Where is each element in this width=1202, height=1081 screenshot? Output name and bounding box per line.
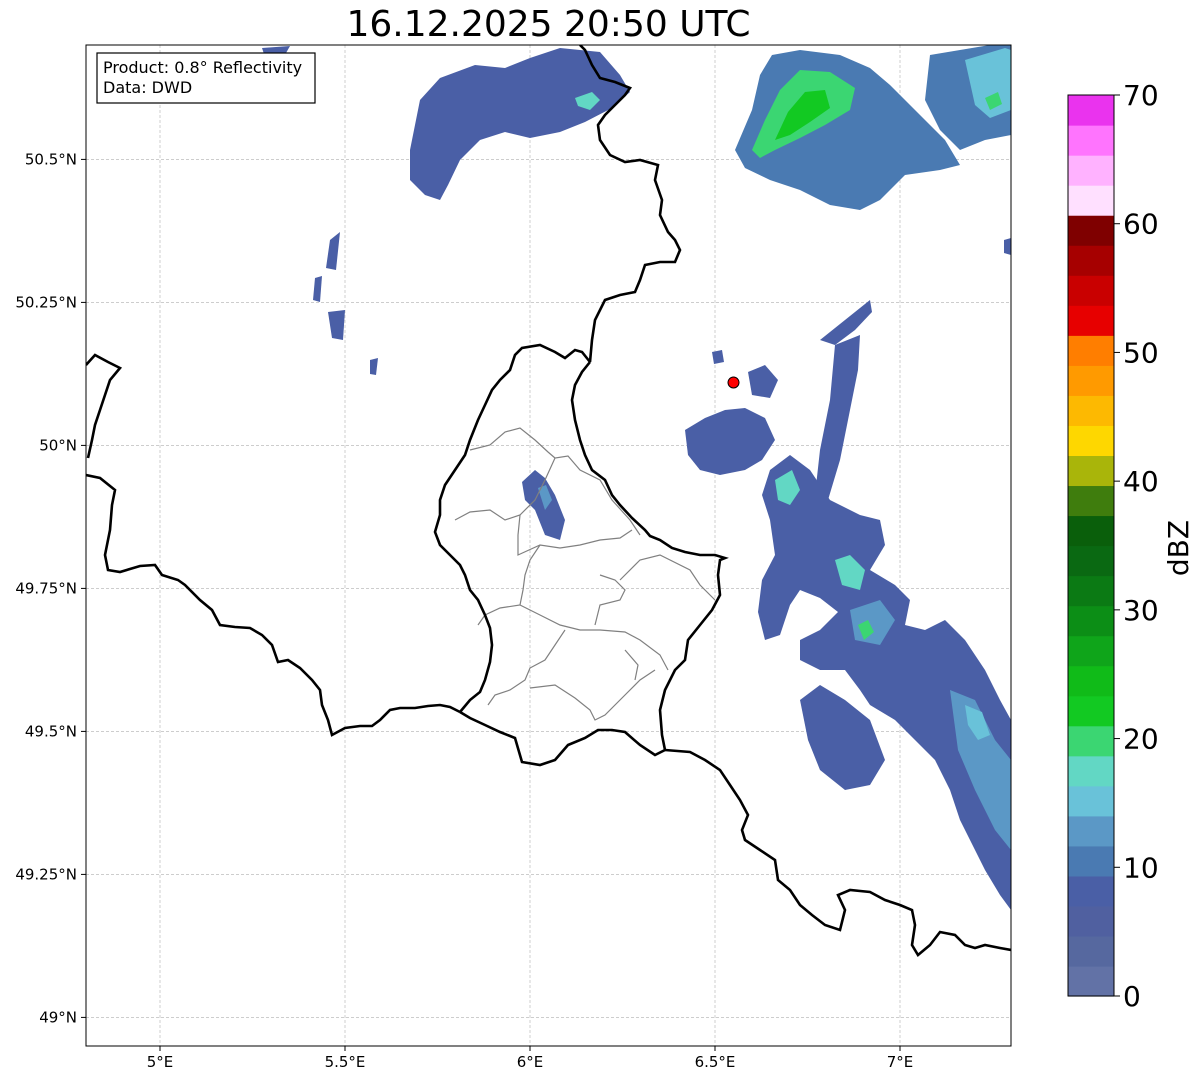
y-tick-label: 50.5°N xyxy=(25,150,77,168)
national-border-far-west xyxy=(86,353,123,459)
colorbar-segment xyxy=(1068,515,1114,547)
admin-border-8 xyxy=(487,629,566,706)
colorbar-segment xyxy=(1068,95,1114,126)
colorbar-segment xyxy=(1068,125,1114,156)
location-marker xyxy=(727,376,740,389)
colorbar-segment xyxy=(1068,815,1114,847)
colorbar-segment xyxy=(1068,365,1114,396)
colorbar-segment xyxy=(1068,875,1114,907)
colorbar-tick-label: 70 xyxy=(1123,79,1159,112)
colorbar-segment xyxy=(1068,425,1114,456)
y-tick-label: 50°N xyxy=(39,436,77,454)
colorbar-segment xyxy=(1068,575,1114,607)
y-tick-label: 49°N xyxy=(39,1008,77,1026)
colorbar-segment xyxy=(1068,605,1114,637)
colorbar: 0 10 20 30 40 50 60 70 dBZ xyxy=(1067,79,1195,1013)
y-tick-label: 49.5°N xyxy=(25,722,77,740)
colorbar-segment xyxy=(1068,935,1114,967)
colorbar-segment xyxy=(1068,785,1114,817)
y-tick-label: 50.25°N xyxy=(15,293,77,311)
info-box: Product: 0.8° Reflectivity Data: DWD xyxy=(96,52,316,104)
admin-border-10 xyxy=(624,649,639,681)
admin-border-6 xyxy=(594,574,626,626)
echo-center-nw xyxy=(712,350,724,364)
radar-echoes xyxy=(262,45,1011,910)
colorbar-tick-label: 40 xyxy=(1123,465,1159,498)
colorbar-tick-label: 20 xyxy=(1123,723,1159,756)
colorbar-segment xyxy=(1068,185,1114,216)
colorbar-segment xyxy=(1068,725,1114,757)
colorbar-tick-label: 50 xyxy=(1123,336,1159,369)
national-border-luxembourg xyxy=(433,343,592,713)
x-tick-label: 5.5°E xyxy=(325,1053,366,1071)
y-tick-label: 49.25°N xyxy=(15,865,77,883)
colorbar-segment xyxy=(1068,485,1114,517)
echo-east-band-north xyxy=(815,335,860,500)
colorbar-segment xyxy=(1068,395,1114,426)
colorbar-segment xyxy=(1068,545,1114,577)
national-border-west-france-belgium xyxy=(86,473,461,737)
colorbar-ticks: 0 10 20 30 40 50 60 70 xyxy=(1114,79,1159,1013)
y-tick-label: 49.75°N xyxy=(15,579,77,597)
x-tick-label: 7°E xyxy=(887,1053,914,1071)
colorbar-segment xyxy=(1068,335,1114,366)
info-product-text: Product: 0.8° Reflectivity xyxy=(103,58,302,77)
colorbar-segment xyxy=(1068,635,1114,667)
colorbar-segment xyxy=(1068,755,1114,787)
admin-border-7 xyxy=(619,554,716,601)
colorbar-segment xyxy=(1068,305,1114,336)
colorbar-tick-label: 0 xyxy=(1123,980,1141,1013)
x-tick-label: 6°E xyxy=(517,1053,544,1071)
echo-sw-dot xyxy=(370,358,378,375)
colorbar-segment xyxy=(1068,965,1114,997)
colorbar-tick-label: 60 xyxy=(1123,208,1159,241)
echo-sw-streak-3 xyxy=(328,310,345,340)
colorbar-segment xyxy=(1068,665,1114,697)
admin-border-5 xyxy=(519,604,669,671)
echo-sw-streak-1 xyxy=(326,232,340,270)
admin-border-2 xyxy=(469,427,556,459)
colorbar-segment xyxy=(1068,455,1114,487)
colorbar-segment xyxy=(1068,845,1114,877)
admin-border-9 xyxy=(529,669,656,721)
admin-border-3 xyxy=(517,514,633,556)
radar-figure: 16.12.2025 20:50 UTC 5°E 5.5°E 6°E 6.5°E… xyxy=(0,0,1202,1081)
echo-center-cluster xyxy=(685,408,775,475)
echo-center-north xyxy=(748,365,778,398)
colorbar-segment xyxy=(1068,215,1114,246)
map-canvas: 5°E 5.5°E 6°E 6.5°E 7°E 50.5°N 50.25°N 50°N 49.7… xyxy=(15,44,1195,1071)
echo-far-east-dot xyxy=(1004,238,1011,255)
admin-border-4 xyxy=(477,544,541,626)
info-data-text: Data: DWD xyxy=(103,78,192,97)
national-border-lux-south xyxy=(459,710,666,767)
x-tick-label: 5°E xyxy=(147,1053,174,1071)
colorbar-segment xyxy=(1068,905,1114,937)
colorbar-label: dBZ xyxy=(1162,520,1195,576)
colorbar-segments xyxy=(1068,95,1114,997)
echo-se-main-band xyxy=(758,455,1011,910)
colorbar-tick-label: 10 xyxy=(1123,851,1159,884)
colorbar-segment xyxy=(1068,275,1114,306)
echo-sw-streak-2 xyxy=(313,276,322,302)
colorbar-segment xyxy=(1068,245,1114,276)
colorbar-segment xyxy=(1068,695,1114,727)
colorbar-segment xyxy=(1068,155,1114,186)
colorbar-tick-label: 30 xyxy=(1123,594,1159,627)
echo-east-ne-streak xyxy=(820,300,872,345)
x-tick-label: 6.5°E xyxy=(695,1053,736,1071)
